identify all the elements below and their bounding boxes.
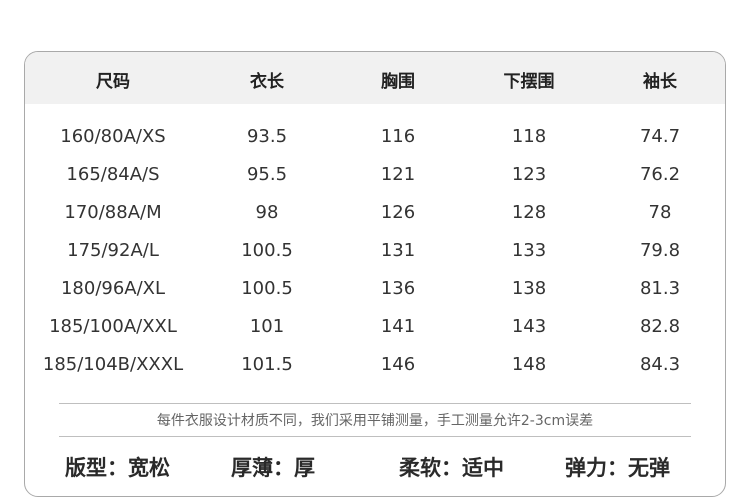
cell-chest: 146 (380, 354, 416, 375)
cell-chest: 136 (380, 278, 416, 299)
cell-size: 170/88A/M (64, 202, 162, 223)
table-header: 尺码 衣长 胸围 下摆围 袖长 (25, 52, 725, 104)
cell-chest: 116 (380, 126, 416, 147)
cell-length: 95.5 (246, 164, 288, 185)
note-divider-top (59, 403, 691, 404)
cell-size: 160/80A/XS (60, 126, 166, 147)
cell-length: 101.5 (241, 354, 293, 375)
cell-sleeve: 78 (648, 202, 672, 223)
cell-size: 185/104B/XXXL (42, 354, 184, 375)
cell-length: 101 (249, 316, 285, 337)
property-softness: 柔软：适中 (399, 456, 504, 480)
cell-hem: 118 (511, 126, 547, 147)
cell-length: 98 (255, 202, 279, 223)
cell-hem: 123 (511, 164, 547, 185)
note-divider-bottom (59, 436, 691, 437)
measurement-note: 每件衣服设计材质不同，我们采用平铺测量，手工测量允许2-3cm误差 (156, 413, 594, 429)
header-chest: 胸围 (381, 72, 415, 92)
table-row: 185/100A/XXL 101 141 143 82.8 (25, 316, 725, 346)
cell-chest: 121 (380, 164, 416, 185)
cell-hem: 128 (511, 202, 547, 223)
table-row: 170/88A/M 98 126 128 78 (25, 202, 725, 232)
cell-length: 100.5 (241, 278, 293, 299)
table-row: 165/84A/S 95.5 121 123 76.2 (25, 164, 725, 194)
table-row: 185/104B/XXXL 101.5 146 148 84.3 (25, 354, 725, 384)
cell-hem: 133 (511, 240, 547, 261)
fabric-properties: 版型：宽松 厚薄：厚 柔软：适中 弹力：无弹 (25, 452, 725, 482)
cell-length: 93.5 (246, 126, 288, 147)
cell-sleeve: 82.8 (639, 316, 681, 337)
header-size: 尺码 (96, 72, 130, 92)
header-hem: 下摆围 (503, 72, 555, 92)
table-row: 180/96A/XL 100.5 136 138 81.3 (25, 278, 725, 308)
cell-size: 175/92A/L (67, 240, 159, 261)
cell-chest: 141 (380, 316, 416, 337)
cell-hem: 148 (511, 354, 547, 375)
cell-sleeve: 84.3 (639, 354, 681, 375)
cell-hem: 138 (511, 278, 547, 299)
table-row: 175/92A/L 100.5 131 133 79.8 (25, 240, 725, 270)
property-elasticity: 弹力：无弹 (565, 456, 670, 480)
cell-chest: 131 (380, 240, 416, 261)
cell-size: 165/84A/S (66, 164, 160, 185)
cell-sleeve: 79.8 (639, 240, 681, 261)
cell-size: 180/96A/XL (60, 278, 166, 299)
cell-hem: 143 (511, 316, 547, 337)
cell-chest: 126 (380, 202, 416, 223)
property-thickness: 厚薄：厚 (231, 456, 315, 480)
cell-length: 100.5 (241, 240, 293, 261)
cell-size: 185/100A/XXL (49, 316, 177, 337)
header-length: 衣长 (250, 72, 284, 92)
header-sleeve: 袖长 (643, 72, 677, 92)
size-chart-card: 尺码 衣长 胸围 下摆围 袖长 160/80A/XS 93.5 116 118 … (24, 51, 726, 497)
cell-sleeve: 74.7 (639, 126, 681, 147)
table-row: 160/80A/XS 93.5 116 118 74.7 (25, 126, 725, 156)
cell-sleeve: 76.2 (639, 164, 681, 185)
property-fit: 版型：宽松 (65, 456, 170, 480)
cell-sleeve: 81.3 (639, 278, 681, 299)
